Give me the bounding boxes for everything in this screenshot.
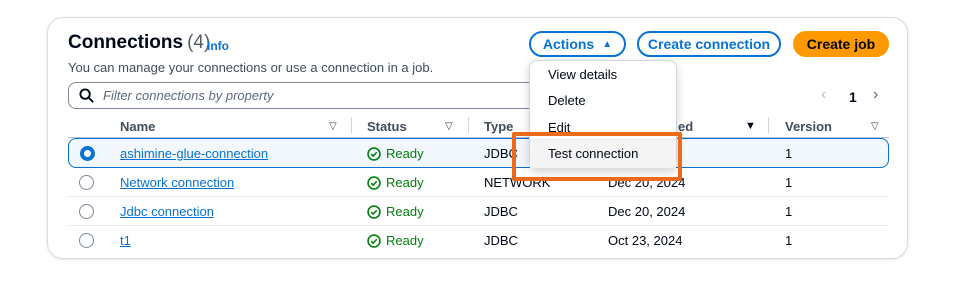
sort-desc-icon[interactable]: ▼ (745, 120, 756, 132)
chevron-right-icon[interactable]: › (873, 86, 878, 104)
page-number[interactable]: 1 (849, 89, 857, 105)
column-header-version[interactable]: Version (785, 119, 832, 134)
connection-name-link[interactable]: t1 (120, 233, 131, 248)
info-link[interactable]: Info (207, 39, 229, 53)
page-title: Connections (4) (68, 32, 210, 54)
actions-button-label: Actions (542, 36, 595, 52)
actions-dropdown-menu: View details Delete Edit Test connection (529, 60, 677, 168)
table-row[interactable]: ashimine-glue-connection Ready JDBC 1 (68, 138, 889, 168)
create-connection-button[interactable]: Create connection (637, 31, 781, 57)
check-circle-icon (367, 146, 381, 161)
status-cell: Ready (367, 175, 424, 190)
version-cell: 1 (785, 233, 793, 248)
connection-name-link[interactable]: Jdbc connection (120, 204, 214, 219)
table-row[interactable]: Jdbc connection Ready JDBC Dec 20, 2024 … (68, 197, 889, 226)
created-cell: Dec 20, 2024 (608, 175, 686, 190)
title-text: Connections (68, 32, 184, 53)
column-header-type[interactable]: Type (484, 119, 513, 134)
check-circle-icon (367, 233, 381, 248)
status-cell: Ready (367, 146, 424, 161)
menu-item-edit[interactable]: Edit (548, 120, 570, 135)
row-radio[interactable] (79, 175, 94, 190)
column-header-created[interactable]: ed (678, 119, 693, 134)
connection-name-link[interactable]: ashimine-glue-connection (120, 146, 268, 161)
column-header-status[interactable]: Status (367, 119, 407, 134)
type-cell: NETWORK (484, 175, 551, 190)
search-icon (79, 88, 94, 103)
version-cell: 1 (785, 204, 793, 219)
chevron-left-icon[interactable]: ‹ (821, 86, 826, 104)
type-cell: JDBC (484, 204, 518, 219)
status-text: Ready (386, 204, 424, 219)
filter-input[interactable]: Filter connections by property (68, 82, 540, 109)
check-circle-icon (367, 204, 381, 219)
created-cell: Dec 20, 2024 (608, 204, 686, 219)
menu-item-view-details[interactable]: View details (548, 67, 617, 82)
type-cell: JDBC (484, 233, 518, 248)
row-radio[interactable] (79, 233, 94, 248)
row-radio-selected[interactable] (80, 146, 95, 161)
menu-item-test-connection[interactable]: Test connection (548, 146, 638, 161)
version-cell: 1 (785, 175, 793, 190)
actions-button[interactable]: Actions ▲ (529, 31, 626, 57)
column-divider[interactable] (351, 117, 352, 133)
version-cell: 1 (785, 146, 793, 161)
sort-triangle-icon[interactable]: ▽ (871, 121, 879, 132)
table-row[interactable]: Network connection Ready NETWORK Dec 20,… (68, 168, 889, 197)
type-cell: JDBC (484, 146, 518, 161)
menu-item-delete[interactable]: Delete (548, 93, 586, 108)
connections-panel: Connections (4) Info You can manage your … (47, 17, 908, 259)
table-row[interactable]: t1 Ready JDBC Oct 23, 2024 1 (68, 226, 889, 255)
filter-placeholder: Filter connections by property (103, 88, 274, 103)
sort-triangle-icon[interactable]: ▽ (329, 121, 337, 132)
sort-triangle-icon[interactable]: ▽ (445, 121, 453, 132)
column-header-name[interactable]: Name (120, 119, 155, 134)
column-divider[interactable] (468, 117, 469, 133)
status-cell: Ready (367, 204, 424, 219)
created-cell: Oct 23, 2024 (608, 233, 683, 248)
page-description: You can manage your connections or use a… (68, 60, 434, 75)
status-text: Ready (386, 146, 424, 161)
row-radio[interactable] (79, 204, 94, 219)
status-text: Ready (386, 175, 424, 190)
connection-name-link[interactable]: Network connection (120, 175, 234, 190)
caret-up-icon: ▲ (602, 38, 613, 50)
column-divider[interactable] (768, 117, 769, 133)
create-job-button[interactable]: Create job (793, 31, 889, 57)
status-text: Ready (386, 233, 424, 248)
status-cell: Ready (367, 233, 424, 248)
check-circle-icon (367, 175, 381, 190)
